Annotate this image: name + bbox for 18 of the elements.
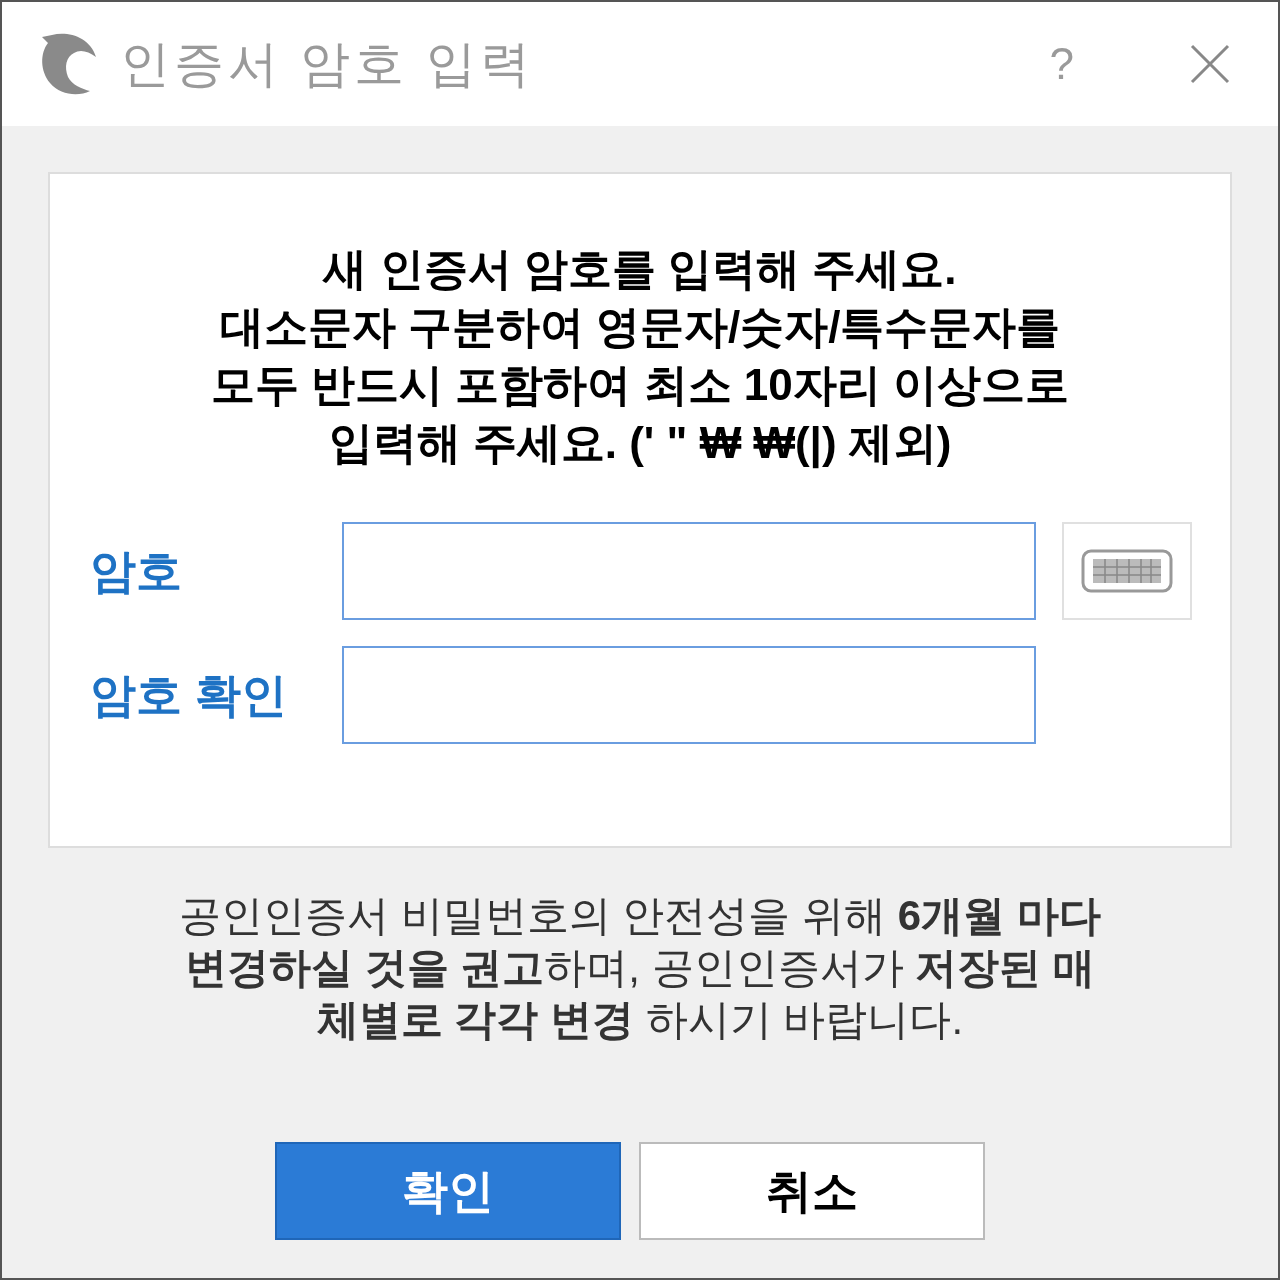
notice-line: 공인인증서 비밀번호의 안전성을 위해 6개월 마다 xyxy=(179,891,1101,941)
notice-line: 체별로 각각 변경 하시기 바랍니다. xyxy=(316,995,964,1045)
cancel-button[interactable]: 취소 xyxy=(639,1142,985,1240)
password-field[interactable] xyxy=(342,522,1036,620)
close-icon[interactable] xyxy=(1190,44,1230,84)
keyboard-icon xyxy=(1081,549,1173,593)
password-field[interactable] xyxy=(342,646,1036,744)
instruction-line: 새 인증서 암호를 입력해 주세요. xyxy=(323,243,957,295)
window-title: 인증서 암호 입력 xyxy=(120,34,534,94)
field-label: 암호 xyxy=(90,543,183,599)
instruction-line: 입력해 주세요. (' " ₩ ₩(|) 제외) xyxy=(328,417,952,471)
keyboard-button[interactable] xyxy=(1062,522,1192,620)
instruction-line: 대소문자 구분하여 영문자/숫자/특수문자를 xyxy=(219,301,1061,353)
notice-line: 변경하실 것을 권고하며, 공인인증서가 저장된 매 xyxy=(185,943,1095,993)
confirm-button[interactable]: 확인 xyxy=(275,1142,621,1240)
help-button[interactable]: ? xyxy=(1049,31,1074,97)
instruction-line: 모두 반드시 포함하여 최소 10자리 이상으로 xyxy=(210,359,1070,411)
field-label: 암호 확인 xyxy=(90,667,288,723)
